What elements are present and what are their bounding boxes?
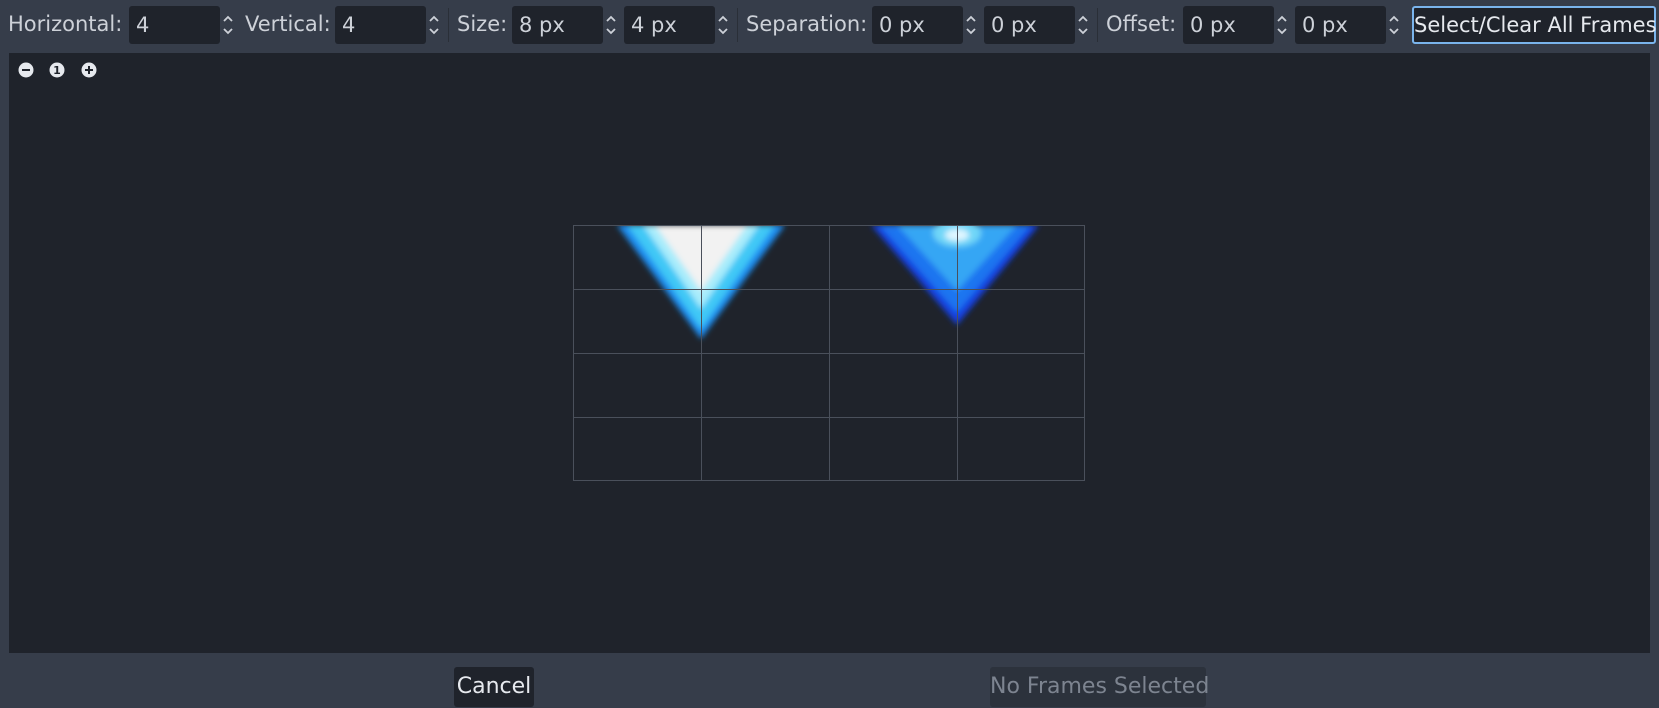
horizontal-stepper-icon[interactable]: [221, 6, 235, 44]
zoom-reset-icon[interactable]: 1: [47, 60, 67, 80]
vertical-spinbox[interactable]: 4: [335, 6, 426, 44]
horizontal-label: Horizontal:: [8, 12, 123, 36]
select-clear-all-frames-button[interactable]: Select/Clear All Frames: [1412, 6, 1657, 44]
offset-label: Offset:: [1106, 12, 1177, 36]
size-label: Size:: [457, 12, 508, 36]
separation-y-value[interactable]: 0 px: [991, 6, 1037, 44]
zoom-in-icon[interactable]: [79, 60, 99, 80]
sprite-sheet-viewport[interactable]: 1: [9, 53, 1650, 653]
vertical-value[interactable]: 4: [342, 6, 355, 44]
separation-y-spinbox[interactable]: 0 px: [984, 6, 1075, 44]
separation-x-value[interactable]: 0 px: [879, 6, 925, 44]
separator: [737, 8, 738, 42]
separation-label: Separation:: [746, 12, 868, 36]
separation-y-stepper-icon[interactable]: [1076, 6, 1090, 44]
separator: [1097, 8, 1098, 42]
offset-x-stepper-icon[interactable]: [1275, 6, 1289, 44]
frame-grid[interactable]: [573, 225, 1085, 481]
cancel-button[interactable]: Cancel: [454, 667, 534, 707]
offset-y-stepper-icon[interactable]: [1387, 6, 1401, 44]
separator: [448, 8, 449, 42]
flame-sprite: [617, 225, 1039, 339]
vertical-stepper-icon[interactable]: [427, 6, 441, 44]
size-y-stepper-icon[interactable]: [716, 6, 730, 44]
zoom-out-icon[interactable]: [16, 60, 36, 80]
horizontal-value[interactable]: 4: [136, 6, 149, 44]
size-y-spinbox[interactable]: 4 px: [624, 6, 715, 44]
toolbar: Horizontal: 4 Vertical: 4 Size: 8 px 4 p…: [0, 0, 1659, 50]
separation-x-stepper-icon[interactable]: [964, 6, 978, 44]
offset-x-value[interactable]: 0 px: [1190, 6, 1236, 44]
offset-x-spinbox[interactable]: 0 px: [1183, 6, 1274, 44]
size-x-spinbox[interactable]: 8 px: [512, 6, 603, 44]
horizontal-spinbox[interactable]: 4: [129, 6, 220, 44]
offset-y-spinbox[interactable]: 0 px: [1295, 6, 1386, 44]
texture-preview[interactable]: [573, 225, 1085, 481]
zoom-reset-label: 1: [53, 64, 61, 77]
separation-x-spinbox[interactable]: 0 px: [872, 6, 963, 44]
size-y-value[interactable]: 4 px: [631, 6, 677, 44]
offset-y-value[interactable]: 0 px: [1302, 6, 1348, 44]
size-x-value[interactable]: 8 px: [519, 6, 565, 44]
add-frames-button[interactable]: No Frames Selected: [990, 667, 1209, 707]
vertical-label: Vertical:: [245, 12, 331, 36]
size-x-stepper-icon[interactable]: [604, 6, 618, 44]
